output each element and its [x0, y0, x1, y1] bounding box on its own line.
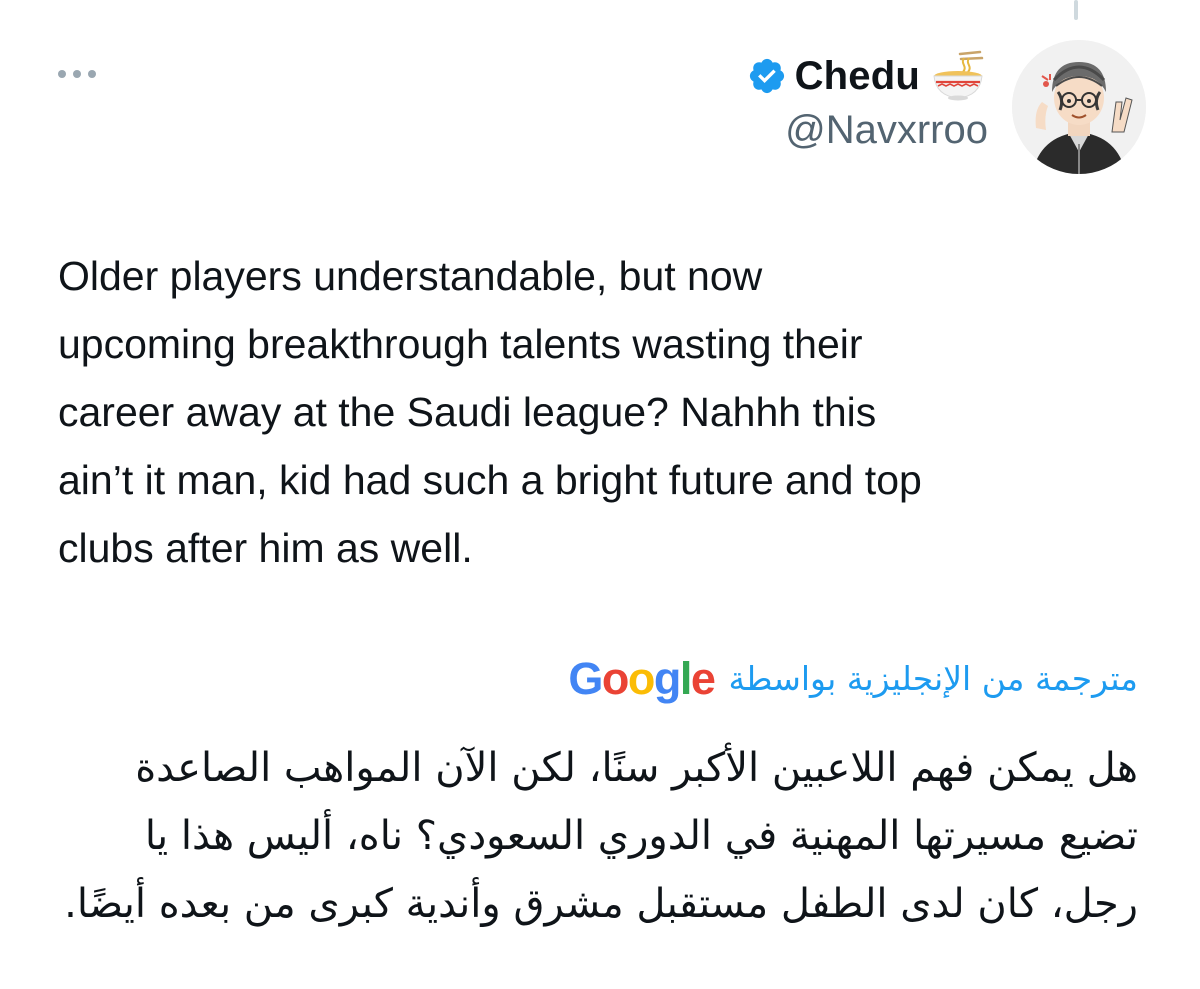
author-display-name: Chedu [794, 53, 920, 98]
translated-text-line: رجل، كان لدى الطفل مستقبل مشرق وأندية كب… [64, 881, 1138, 927]
thread-connector-line [1074, 0, 1078, 20]
more-dot-icon [73, 70, 81, 78]
google-logo-letter: o [627, 652, 656, 704]
tweet-text-line: career away at the Saudi league? Nahhh t… [58, 389, 877, 435]
translation-attribution[interactable]: Google مترجمة من الإنجليزية بواسطة [568, 648, 1138, 708]
tweet-text-line: upcoming breakthrough talents wasting th… [58, 321, 863, 367]
tweet-text-line: clubs after him as well. [58, 525, 473, 571]
google-logo-letter: l [679, 652, 693, 704]
google-logo-letter: G [568, 652, 603, 704]
google-logo-letter: o [601, 652, 630, 704]
author-handle[interactable]: @Navxrroo [785, 108, 988, 153]
more-dot-icon [88, 70, 96, 78]
translated-text-line: هل يمكن فهم اللاعبين الأكبر سنًا، لكن ال… [135, 745, 1138, 791]
more-dot-icon [58, 70, 66, 78]
google-logo-letter: g [653, 652, 682, 704]
author-name-row[interactable]: Chedu [747, 50, 986, 102]
ramen-bowl-icon [933, 50, 984, 101]
author-avatar[interactable] [1012, 40, 1146, 174]
tweet-text: Older players understandable, but now up… [58, 242, 1168, 582]
verified-badge-icon [749, 58, 784, 94]
more-options-button[interactable] [58, 64, 102, 84]
translated-by-label: مترجمة من الإنجليزية بواسطة [728, 658, 1138, 698]
translated-tweet-text: هل يمكن فهم اللاعبين الأكبر سنًا، لكن ال… [38, 734, 1138, 938]
avatar-illustration-icon [1012, 40, 1146, 174]
google-logo-letter: e [690, 652, 716, 704]
tweet-text-line: ain’t it man, kid had such a bright futu… [58, 457, 922, 503]
translated-text-line: تضيع مسيرتها المهنية في الدوري السعودي؟ … [144, 813, 1138, 859]
tweet-detail: Chedu @Navxrroo Older players understand… [0, 0, 1200, 989]
google-logo: Google [568, 652, 716, 704]
tweet-text-line: Older players understandable, but now [58, 253, 763, 299]
